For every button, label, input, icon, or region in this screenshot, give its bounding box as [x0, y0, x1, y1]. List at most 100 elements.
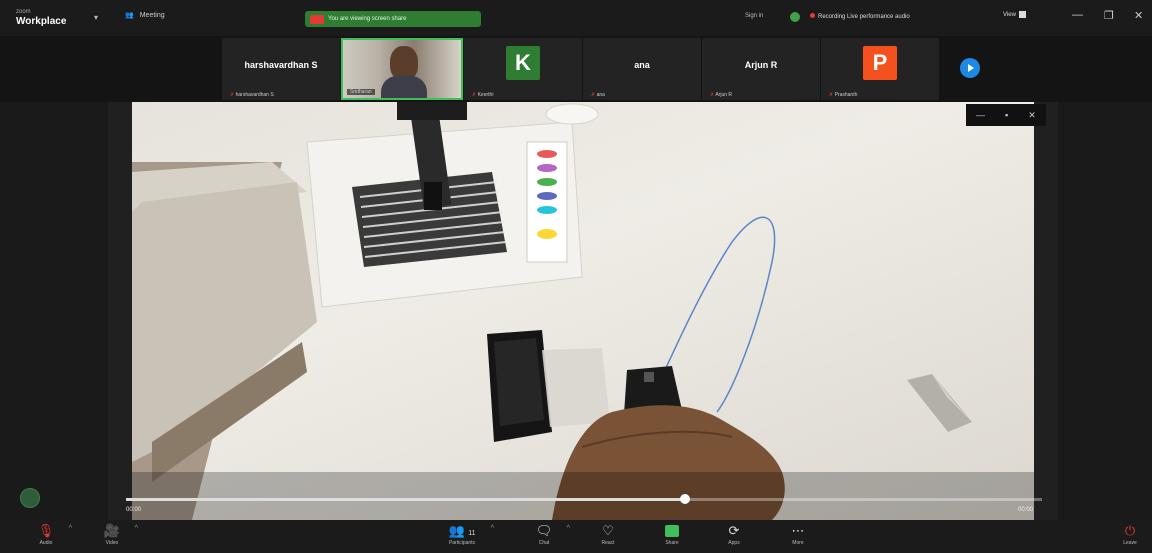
restore-icon[interactable]: ▪: [1005, 110, 1008, 120]
leave-button[interactable]: ⏻ Leave: [1108, 522, 1152, 552]
people-icon: 👥: [125, 12, 134, 19]
chevron-up-icon[interactable]: ^: [69, 525, 72, 532]
leave-label: Leave: [1123, 540, 1137, 546]
media-progress-bar[interactable]: [126, 494, 1042, 504]
progress-fill: [126, 498, 685, 501]
participant-caption: ✗ harshavardhan S: [230, 92, 274, 98]
mic-muted-icon: ✗: [472, 92, 477, 98]
minimize-icon[interactable]: —: [976, 110, 985, 120]
chevron-up-icon[interactable]: ^: [135, 525, 138, 532]
close-icon[interactable]: ✕: [1028, 110, 1036, 121]
meeting-toolbar: [0, 520, 1152, 553]
mic-muted-icon: ✗: [230, 92, 235, 98]
recording-text: Recording Live performance audio: [818, 14, 910, 20]
participant-caption: ✗ Arjun R: [710, 92, 732, 98]
chat-button[interactable]: 🗨 Chat ^: [522, 522, 570, 552]
shared-screen[interactable]: — ▪ ✕: [108, 102, 1058, 520]
participant-name: harshavardhan S: [244, 60, 318, 70]
chevron-down-icon[interactable]: ▾: [94, 13, 98, 22]
brand-name: Workplace: [16, 16, 67, 27]
participants-icon: 👥 11: [448, 523, 476, 538]
caption-label: Arjun R: [715, 92, 733, 98]
shared-video-frame: [132, 102, 1034, 520]
camera-off-icon: 🎥: [103, 523, 121, 538]
share-screen-icon: [650, 522, 694, 540]
grid-icon: [1018, 11, 1026, 18]
participants-count: 11: [468, 530, 476, 537]
participant-caption: Sridharan: [347, 89, 375, 95]
meeting-label: Meeting: [139, 11, 165, 19]
caption-label: Prashanth: [834, 92, 858, 98]
participant-caption: ✗ Prashanth: [829, 92, 857, 98]
mic-muted-icon: 🎙: [37, 523, 55, 538]
maximize-icon[interactable]: ❐: [1104, 9, 1114, 22]
chevron-up-icon[interactable]: ^: [567, 525, 570, 532]
recording-status: Recording Live performance audio: [810, 13, 910, 20]
time-total: 00:00: [1018, 507, 1034, 513]
caption-label: Sridharan: [350, 89, 372, 95]
mic-muted-icon: ✗: [591, 92, 596, 98]
person-body: [381, 76, 427, 98]
mic-muted-icon: ✗: [829, 92, 834, 98]
security-shield-icon[interactable]: [790, 12, 800, 22]
recording-dot-icon: [810, 13, 815, 18]
participants-label: Participants: [448, 540, 476, 546]
caption-label: Keerthi: [477, 92, 494, 98]
chat-label: Chat: [538, 540, 550, 546]
more-label: More: [792, 540, 804, 546]
participant-name: Arjun R: [744, 60, 778, 70]
audio-label: Audio: [39, 540, 53, 546]
apps-label: Apps: [728, 540, 740, 546]
mic-muted-icon: ✗: [710, 92, 715, 98]
more-button[interactable]: ⋯ More: [776, 522, 820, 552]
time-current: 00:00: [126, 507, 142, 513]
share-icon: [310, 14, 324, 24]
window-controls: — ▪ ✕: [966, 104, 1046, 126]
video-label: Video: [105, 540, 119, 546]
chevron-up-icon[interactable]: ^: [491, 525, 494, 532]
avatar-initial: K: [515, 50, 531, 75]
audio-button[interactable]: 🎙 Audio ^: [24, 522, 72, 552]
share-button[interactable]: Share: [650, 522, 694, 552]
video-button[interactable]: 🎥 Video ^: [90, 522, 138, 552]
chat-icon: 🗨: [535, 523, 553, 538]
participant-tile[interactable]: K ✗ Keerthi: [464, 38, 582, 100]
caption-label: ana: [596, 92, 605, 98]
participant-name: ana: [634, 60, 650, 70]
participant-caption: ✗ Keerthi: [472, 92, 493, 98]
participant-tile[interactable]: harshavardhan S ✗ harshavardhan S: [222, 38, 340, 100]
app-logo: zoom Workplace: [16, 8, 86, 27]
close-icon[interactable]: ✕: [1134, 9, 1143, 22]
participants-button[interactable]: 👥 11 Participants ^: [434, 522, 494, 552]
avatar: P: [863, 46, 897, 80]
view-label: View: [1003, 11, 1016, 18]
participant-tile[interactable]: ana ✗ ana: [583, 38, 701, 100]
leave-icon: ⏻: [1124, 523, 1136, 538]
sign-in-link[interactable]: Sign in: [745, 13, 763, 19]
apps-button[interactable]: ⟳ Apps: [712, 522, 756, 552]
shared-scene-image: [132, 102, 1034, 520]
react-label: React: [601, 540, 615, 546]
next-page-button[interactable]: [960, 58, 980, 78]
minimize-icon[interactable]: —: [1072, 9, 1083, 21]
caption-label: harshavardhan S: [235, 92, 274, 98]
avatar: K: [506, 46, 540, 80]
avatar-initial: P: [872, 50, 888, 75]
screen-share-banner[interactable]: You are viewing screen share: [305, 11, 481, 27]
share-label: Share: [665, 540, 679, 546]
person-head: [390, 46, 418, 80]
participant-caption: ✗ ana: [591, 92, 605, 98]
participant-video-tile[interactable]: Sridharan: [341, 38, 463, 100]
chevron-right-icon: [968, 64, 974, 72]
participant-tile[interactable]: Arjun R ✗ Arjun R: [702, 38, 820, 100]
title-bar: zoom Workplace ▾ 👥 Meeting You are viewi…: [0, 0, 1152, 36]
more-icon: ⋯: [791, 523, 805, 538]
react-button[interactable]: ♡ React: [586, 522, 630, 552]
heart-icon: ♡: [602, 523, 614, 538]
meeting-menu[interactable]: 👥 Meeting: [125, 11, 165, 20]
whiteboard-icon[interactable]: [20, 488, 40, 508]
progress-knob[interactable]: [679, 494, 690, 504]
view-button[interactable]: View: [1003, 11, 1026, 18]
participant-tile[interactable]: P ✗ Prashanth: [821, 38, 939, 100]
apps-icon: ⟳: [728, 523, 740, 538]
